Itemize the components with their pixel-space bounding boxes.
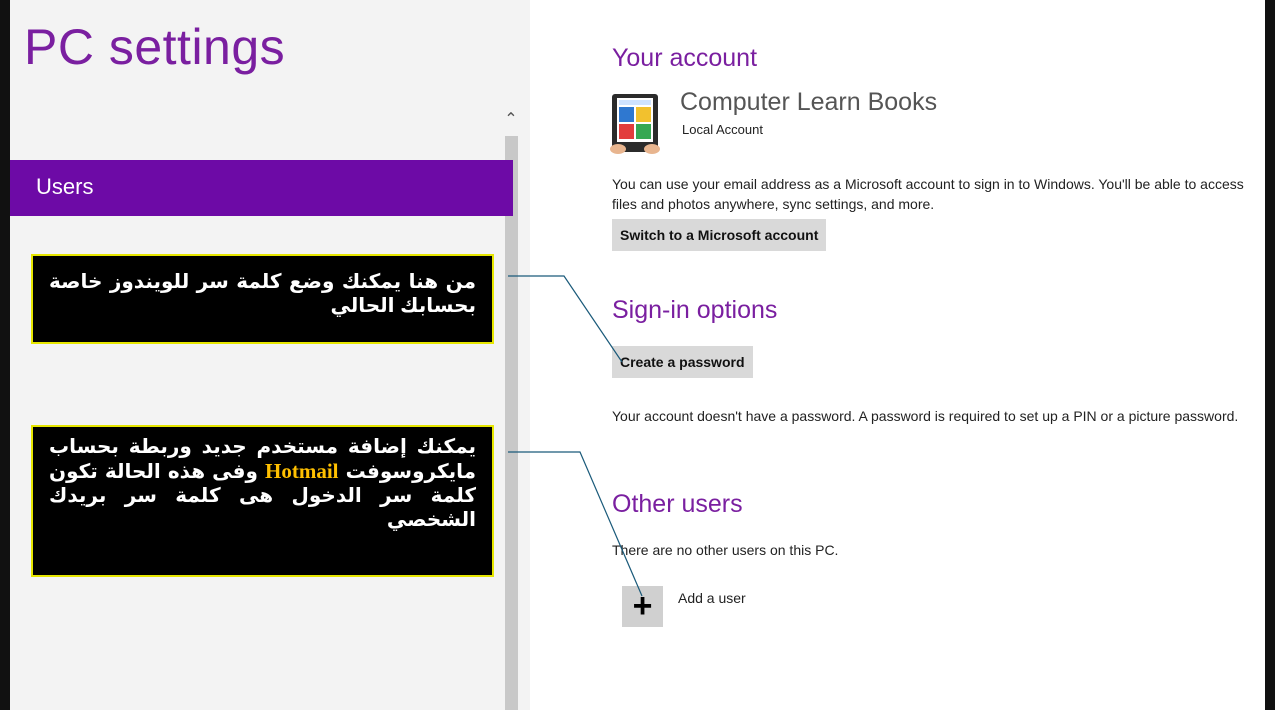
annotation-connectors (508, 275, 643, 597)
connector-line-add-user (508, 451, 643, 597)
connector-line-password (508, 275, 623, 363)
